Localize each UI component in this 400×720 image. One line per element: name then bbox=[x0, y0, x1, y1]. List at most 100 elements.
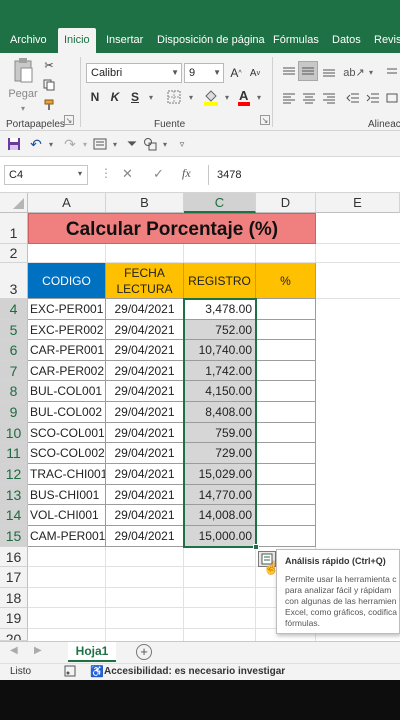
align-middle-icon[interactable] bbox=[298, 61, 318, 81]
cell-registro[interactable]: 4,150.00 bbox=[184, 381, 256, 402]
cell-porcentaje[interactable] bbox=[256, 320, 316, 340]
row-header[interactable]: 14 bbox=[0, 505, 28, 526]
cell-codigo[interactable]: EXC-PER001 bbox=[28, 299, 106, 320]
cell-registro[interactable]: 752.00 bbox=[184, 320, 256, 340]
cell-fecha[interactable]: 29/04/2021 bbox=[106, 443, 184, 464]
cell-codigo[interactable]: SCO-COL002 bbox=[28, 443, 106, 464]
cell-registro[interactable]: 10,740.00 bbox=[184, 340, 256, 361]
fill-handle[interactable] bbox=[253, 544, 259, 550]
row-header[interactable]: 16 bbox=[0, 547, 28, 567]
insert-function-icon[interactable]: fx bbox=[182, 166, 191, 181]
chevron-down-icon[interactable]: ▾ bbox=[146, 89, 156, 105]
chevron-down-icon[interactable]: ▾ bbox=[160, 136, 170, 152]
chevron-down-icon[interactable]: ▾ bbox=[186, 89, 196, 105]
align-bottom-icon[interactable] bbox=[320, 63, 338, 81]
tab-disposicion[interactable]: Disposición de página bbox=[157, 28, 265, 53]
chevron-down-icon[interactable]: ▾ bbox=[80, 136, 90, 152]
borders-icon[interactable] bbox=[164, 89, 184, 105]
font-size-combo[interactable]: 9 ▼ bbox=[184, 63, 224, 83]
cell-codigo[interactable]: BUS-CHI001 bbox=[28, 485, 106, 505]
cell-registro[interactable]: 3,478.00 bbox=[184, 299, 256, 320]
chevron-down-icon[interactable]: ▾ bbox=[16, 103, 30, 113]
macro-record-icon[interactable] bbox=[64, 665, 76, 677]
tab-archivo[interactable]: Archivo bbox=[10, 28, 47, 53]
tab-insertar[interactable]: Insertar bbox=[106, 28, 143, 53]
cell-fecha[interactable]: 29/04/2021 bbox=[106, 526, 184, 547]
row-header[interactable]: 2 bbox=[0, 244, 28, 263]
font-color-icon[interactable]: A bbox=[236, 87, 252, 107]
decrease-indent-icon[interactable] bbox=[344, 89, 362, 107]
status-accessibility[interactable]: Accesibilidad: es necesario investigar bbox=[104, 666, 285, 677]
cell-porcentaje[interactable] bbox=[256, 464, 316, 485]
header-codigo[interactable]: CODIGO bbox=[28, 263, 106, 299]
align-right-icon[interactable] bbox=[320, 89, 338, 107]
cell-registro[interactable]: 759.00 bbox=[184, 423, 256, 443]
row-header[interactable]: 17 bbox=[0, 567, 28, 588]
cell-porcentaje[interactable] bbox=[256, 423, 316, 443]
column-header-b[interactable]: B bbox=[106, 193, 184, 213]
row-header[interactable]: 5 bbox=[0, 320, 28, 340]
cell-registro[interactable]: 14,770.00 bbox=[184, 485, 256, 505]
formula-input[interactable]: 3478 bbox=[208, 165, 400, 185]
name-box[interactable]: C4 bbox=[4, 165, 88, 185]
orientation-icon[interactable]: ab↗ bbox=[343, 63, 364, 81]
column-header-e[interactable]: E bbox=[316, 193, 400, 213]
align-center-icon[interactable] bbox=[300, 89, 318, 107]
customize-qat-icon[interactable]: ▿ bbox=[176, 136, 188, 152]
cell-registro[interactable]: 14,008.00 bbox=[184, 505, 256, 526]
cell-fecha[interactable]: 29/04/2021 bbox=[106, 320, 184, 340]
tab-datos[interactable]: Datos bbox=[332, 28, 361, 53]
row-header[interactable]: 15 bbox=[0, 526, 28, 547]
row-header[interactable]: 6 bbox=[0, 340, 28, 361]
paste-label[interactable]: Pegar bbox=[8, 87, 38, 101]
cell-fecha[interactable]: 29/04/2021 bbox=[106, 361, 184, 381]
row-header[interactable]: 1 bbox=[0, 213, 28, 244]
cell-codigo[interactable]: TRAC-CHI001 bbox=[28, 464, 106, 485]
chevron-down-icon[interactable]: ▾ bbox=[46, 136, 56, 152]
chevron-down-icon[interactable]: ▾ bbox=[110, 136, 120, 152]
cell-codigo[interactable]: CAR-PER001 bbox=[28, 340, 106, 361]
save-icon[interactable] bbox=[6, 136, 22, 152]
row-header[interactable]: 7 bbox=[0, 361, 28, 381]
tab-inicio[interactable]: Inicio bbox=[58, 28, 96, 53]
chevron-down-icon[interactable]: ▾ bbox=[78, 169, 82, 178]
cancel-icon[interactable]: ✕ bbox=[122, 166, 133, 182]
cell-codigo[interactable]: CAM-PER001 bbox=[28, 526, 106, 547]
bold-button[interactable]: N bbox=[88, 89, 102, 105]
italic-button[interactable]: K bbox=[108, 89, 122, 105]
row-header[interactable]: 3 bbox=[0, 263, 28, 299]
accessibility-icon[interactable]: ♿ bbox=[90, 665, 104, 678]
row-header[interactable]: 8 bbox=[0, 381, 28, 402]
row-header[interactable]: 11 bbox=[0, 443, 28, 464]
shapes-icon[interactable] bbox=[142, 136, 158, 152]
redo-icon[interactable]: ↷ bbox=[62, 136, 78, 152]
increase-indent-icon[interactable] bbox=[364, 89, 382, 107]
add-sheet-button[interactable]: + bbox=[136, 644, 152, 660]
header-registro[interactable]: REGISTRO bbox=[184, 263, 256, 299]
cell-porcentaje[interactable] bbox=[256, 402, 316, 423]
filter-icon[interactable]: ⏷ bbox=[124, 136, 140, 152]
cell-porcentaje[interactable] bbox=[256, 485, 316, 505]
undo-icon[interactable]: ↶ bbox=[28, 136, 44, 152]
cell-registro[interactable]: 15,029.00 bbox=[184, 464, 256, 485]
cell-registro[interactable]: 8,408.00 bbox=[184, 402, 256, 423]
cell-fecha[interactable]: 29/04/2021 bbox=[106, 485, 184, 505]
select-all-corner[interactable] bbox=[0, 193, 28, 213]
cell-codigo[interactable]: BUL-COL001 bbox=[28, 381, 106, 402]
dialog-launcher-icon[interactable]: ↘ bbox=[64, 115, 74, 125]
sheet-title[interactable]: Calcular Porcentaje (%) bbox=[28, 213, 316, 244]
cell-registro[interactable]: 15,000.00 bbox=[184, 526, 256, 547]
cell-porcentaje[interactable] bbox=[256, 381, 316, 402]
cell-registro[interactable]: 1,742.00 bbox=[184, 361, 256, 381]
row-header[interactable]: 10 bbox=[0, 423, 28, 443]
column-header-a[interactable]: A bbox=[28, 193, 106, 213]
copy-icon[interactable] bbox=[42, 78, 56, 92]
dialog-launcher-icon[interactable]: ↘ bbox=[260, 115, 270, 125]
cell-fecha[interactable]: 29/04/2021 bbox=[106, 464, 184, 485]
cell-codigo[interactable]: BUL-COL002 bbox=[28, 402, 106, 423]
tab-formulas[interactable]: Fórmulas bbox=[273, 28, 319, 53]
chevron-down-icon[interactable]: ▾ bbox=[222, 89, 232, 105]
row-header[interactable]: 9 bbox=[0, 402, 28, 423]
cell-fecha[interactable]: 29/04/2021 bbox=[106, 299, 184, 320]
align-left-icon[interactable] bbox=[280, 89, 298, 107]
